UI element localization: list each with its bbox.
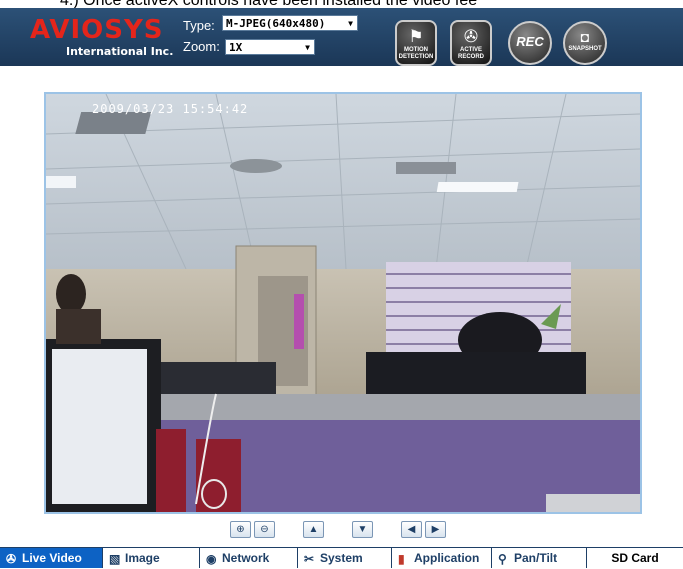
tools-icon: ✂ [304,552,315,566]
brand-logo: AVIOSYS [30,15,164,45]
tab-network-label: Network [222,551,270,565]
tab-system[interactable]: ✂ System [298,548,392,568]
rec-button[interactable]: REC [508,21,552,65]
brand-subtitle: International Inc. [66,45,174,58]
globe-icon: ◉ [206,552,217,566]
document-caption: 4.) Once activeX controls have been inst… [60,0,478,9]
tab-sd-card[interactable]: SD Card [587,548,683,568]
type-select-value: M-JPEG(640x480) [226,17,326,30]
tab-system-label: System [320,551,363,565]
pan-left-button[interactable]: ◀ [401,521,422,538]
tab-image-label: Image [125,551,160,565]
video-image [46,94,640,512]
type-select[interactable]: M-JPEG(640x480) ▼ [222,15,358,31]
live-video-feed[interactable]: 2009/03/23 15:54:42 [46,94,640,512]
zoom-out-button[interactable]: ⊖ [254,521,275,538]
pan-right-button[interactable]: ▶ [425,521,446,538]
tab-pan-tilt[interactable]: ⚲ Pan/Tilt [492,548,587,568]
motion-detection-label: MOTION DETECTION [398,47,434,60]
book-icon: ▮ [398,552,405,566]
magnifier-icon: ⚲ [498,552,507,566]
video-timestamp: 2009/03/23 15:54:42 [92,102,249,116]
image-icon: ▧ [109,552,121,566]
tab-pan-tilt-label: Pan/Tilt [514,551,558,565]
chevron-down-icon: ▼ [348,19,353,28]
running-people-icon: ⚑ [408,27,424,46]
type-label: Type: [183,18,215,33]
active-record-button[interactable]: ✇ ACTIVE RECORD [450,20,492,66]
tilt-up-button[interactable]: ▲ [303,521,324,538]
tab-application-label: Application [414,551,480,565]
tab-application[interactable]: ▮ Application [392,548,492,568]
snapshot-label: SNAPSHOT [568,46,602,52]
tab-sd-card-label: SD Card [611,551,659,565]
tilt-down-button[interactable]: ▼ [352,521,373,538]
zoom-label: Zoom: [183,39,220,54]
camera-icon: ✇ [6,552,17,566]
active-record-label: ACTIVE RECORD [457,47,484,60]
zoom-select[interactable]: 1X ▼ [225,39,315,55]
zoom-in-button[interactable]: ⊕ [230,521,251,538]
zoom-select-value: 1X [229,41,243,54]
tab-live-video-label: Live Video [22,551,82,565]
motion-detection-button[interactable]: ⚑ MOTION DETECTION [395,20,437,66]
header-bar: AVIOSYS International Inc. Type: M-JPEG(… [0,8,683,66]
tab-image[interactable]: ▧ Image [103,548,200,568]
rec-label: REC [516,34,544,49]
camera-icon: ◘ [580,29,590,45]
snapshot-button[interactable]: ◘ SNAPSHOT [563,21,607,65]
chevron-down-icon: ▼ [305,43,310,52]
camera-icon: ✇ [463,27,479,46]
tab-live-video[interactable]: ✇ Live Video [0,548,103,568]
tab-network[interactable]: ◉ Network [200,548,298,568]
nav-tabs: ✇ Live Video ▧ Image ◉ Network ✂ System … [0,547,683,568]
